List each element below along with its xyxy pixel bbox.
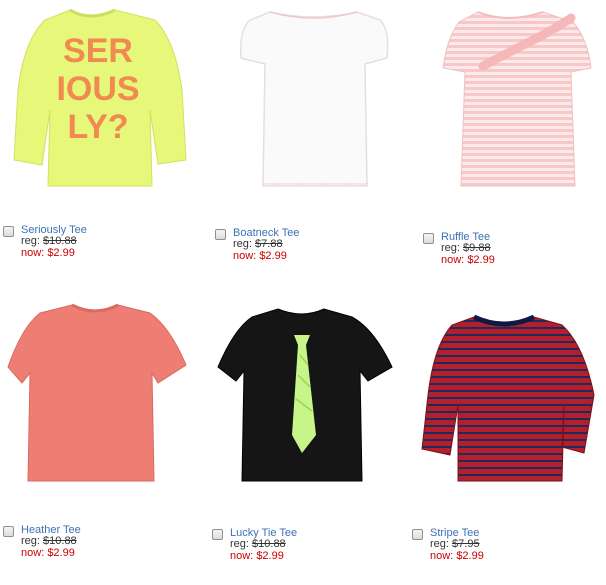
product-image-seriously-tee[interactable]: SER IOUS LY? bbox=[0, 0, 200, 200]
compare-checkbox[interactable] bbox=[3, 226, 14, 237]
product-card: Boatneck Tee reg: $7.88 now: $2.99 bbox=[215, 0, 415, 290]
now-label: now: bbox=[21, 547, 45, 559]
now-label: now: bbox=[230, 550, 254, 562]
compare-checkbox[interactable] bbox=[3, 526, 14, 537]
regular-price: reg: $10.88 bbox=[21, 235, 77, 247]
now-price-value: $2.99 bbox=[456, 550, 484, 562]
now-label: now: bbox=[430, 550, 454, 562]
product-image-lucky-tie-tee[interactable] bbox=[212, 295, 402, 495]
product-image-boatneck-tee[interactable] bbox=[215, 0, 415, 200]
compare-checkbox[interactable] bbox=[212, 529, 223, 540]
product-image-ruffle-tee[interactable] bbox=[423, 0, 603, 200]
now-price-value: $2.99 bbox=[467, 254, 495, 266]
now-price-value: $2.99 bbox=[256, 550, 284, 562]
product-image-stripe-tee[interactable] bbox=[412, 295, 602, 495]
compare-checkbox[interactable] bbox=[412, 529, 423, 540]
regular-price: reg: $7.88 bbox=[233, 238, 283, 250]
reg-price-value: $9.88 bbox=[463, 242, 491, 254]
sale-price: now: $2.99 bbox=[21, 247, 75, 259]
now-label: now: bbox=[441, 254, 465, 266]
now-price-value: $2.99 bbox=[47, 547, 75, 559]
reg-label: reg: bbox=[21, 535, 40, 547]
shirt-text-line-1: SER bbox=[63, 32, 133, 70]
reg-price-value: $7.95 bbox=[452, 538, 480, 550]
sale-price: now: $2.99 bbox=[441, 254, 495, 266]
reg-price-value: $10.88 bbox=[252, 538, 286, 550]
now-label: now: bbox=[21, 247, 45, 259]
reg-label: reg: bbox=[233, 238, 252, 250]
sale-price: now: $2.99 bbox=[230, 550, 284, 562]
reg-label: reg: bbox=[430, 538, 449, 550]
compare-checkbox[interactable] bbox=[423, 233, 434, 244]
reg-price-value: $7.88 bbox=[255, 238, 283, 250]
now-price-value: $2.99 bbox=[259, 250, 287, 262]
product-card: Ruffle Tee reg: $9.88 now: $2.99 bbox=[423, 0, 606, 290]
shirt-text-line-3: LY? bbox=[67, 108, 128, 146]
regular-price: reg: $10.88 bbox=[230, 538, 286, 550]
now-label: now: bbox=[233, 250, 257, 262]
regular-price: reg: $10.88 bbox=[21, 535, 77, 547]
regular-price: reg: $9.88 bbox=[441, 242, 491, 254]
product-card: Lucky Tie Tee reg: $10.88 now: $2.99 bbox=[212, 295, 412, 585]
reg-price-value: $10.88 bbox=[43, 235, 77, 247]
reg-label: reg: bbox=[441, 242, 460, 254]
reg-label: reg: bbox=[21, 235, 40, 247]
now-price-value: $2.99 bbox=[47, 247, 75, 259]
product-card: SER IOUS LY? Seriously Tee reg: $10.88 n… bbox=[0, 0, 200, 290]
reg-price-value: $10.88 bbox=[43, 535, 77, 547]
regular-price: reg: $7.95 bbox=[430, 538, 480, 550]
compare-checkbox[interactable] bbox=[215, 229, 226, 240]
sale-price: now: $2.99 bbox=[21, 547, 75, 559]
sale-price: now: $2.99 bbox=[233, 250, 287, 262]
reg-label: reg: bbox=[230, 538, 249, 550]
product-image-heather-tee[interactable] bbox=[0, 295, 200, 495]
product-card: Stripe Tee reg: $7.95 now: $2.99 bbox=[412, 295, 606, 585]
product-card: Heather Tee reg: $10.88 now: $2.99 bbox=[0, 295, 200, 585]
shirt-text-line-2: IOUS bbox=[56, 70, 139, 108]
sale-price: now: $2.99 bbox=[430, 550, 484, 562]
